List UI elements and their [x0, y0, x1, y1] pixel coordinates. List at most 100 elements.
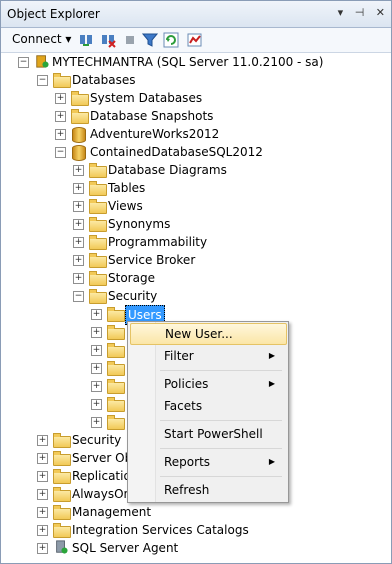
tree-label: SQL Server Agent: [72, 541, 179, 555]
context-menu: New User... Filter ▶ Policies ▶ Facets S…: [127, 321, 289, 503]
menu-item-filter[interactable]: Filter ▶: [130, 345, 285, 367]
menu-separator: [160, 476, 282, 477]
tree-label: Security: [72, 433, 122, 447]
folder-icon: [89, 181, 107, 196]
folder-icon: [89, 289, 107, 304]
collapse-icon[interactable]: −: [18, 57, 29, 68]
folder-icon: [53, 523, 71, 538]
tree-label: Integration Services Catalogs: [72, 523, 249, 537]
folder-icon: [89, 217, 107, 232]
tree-label: ContainedDatabaseSQL2012: [90, 145, 263, 159]
menu-item-label: Filter: [164, 349, 194, 363]
agent-icon: [56, 540, 68, 554]
tree-node-server[interactable]: − MYTECHMANTRA (SQL Server 11.0.2100 - s…: [1, 53, 391, 71]
folder-icon: [53, 433, 71, 448]
menu-item-facets[interactable]: Facets: [130, 395, 285, 417]
folder-icon: [107, 361, 125, 376]
folder-icon: [71, 109, 89, 124]
expand-icon[interactable]: +: [73, 183, 84, 194]
window-position-icon[interactable]: ▾: [338, 6, 344, 19]
folder-icon: [107, 325, 125, 340]
menu-item-label: Reports: [164, 455, 211, 469]
expand-icon[interactable]: +: [73, 201, 84, 212]
auto-hide-pin-icon[interactable]: ⊣: [355, 6, 365, 19]
menu-item-start-powershell[interactable]: Start PowerShell: [130, 423, 285, 445]
menu-item-refresh[interactable]: Refresh: [130, 479, 285, 501]
panel-title: Object Explorer: [7, 7, 100, 21]
folder-icon: [71, 91, 89, 106]
server-icon: [36, 55, 49, 68]
submenu-arrow-icon: ▶: [268, 379, 275, 388]
panel-titlebar: Object Explorer ▾ ⊣ ✕: [1, 1, 391, 28]
tree-label: Database Snapshots: [90, 109, 214, 123]
expand-icon[interactable]: +: [37, 489, 48, 500]
folder-icon: [53, 73, 71, 88]
menu-item-label: New User...: [165, 327, 233, 341]
tree-label: Storage: [108, 271, 155, 285]
menu-item-reports[interactable]: Reports ▶: [130, 451, 285, 473]
expand-icon[interactable]: +: [91, 381, 102, 392]
folder-icon: [89, 253, 107, 268]
expand-icon[interactable]: +: [73, 165, 84, 176]
expand-icon[interactable]: +: [91, 399, 102, 410]
submenu-arrow-icon: ▶: [268, 351, 275, 360]
expand-icon[interactable]: +: [37, 453, 48, 464]
folder-icon: [89, 235, 107, 250]
collapse-icon[interactable]: −: [37, 75, 48, 86]
tree-label: Management: [72, 505, 152, 519]
connect-object-explorer-icon[interactable]: [78, 32, 94, 48]
menu-separator: [160, 420, 282, 421]
activity-monitor-icon[interactable]: [187, 32, 203, 48]
submenu-arrow-icon: ▶: [268, 457, 275, 466]
folder-icon: [89, 199, 107, 214]
folder-icon: [89, 163, 107, 178]
folder-icon: [53, 469, 71, 484]
expand-icon[interactable]: +: [37, 507, 48, 518]
collapse-icon[interactable]: −: [73, 291, 84, 302]
folder-icon: [107, 343, 125, 358]
database-icon: [72, 145, 86, 161]
connect-button[interactable]: Connect ▾: [12, 32, 71, 46]
folder-icon: [107, 379, 125, 394]
menu-item-label: Facets: [164, 399, 203, 413]
expand-icon[interactable]: +: [91, 309, 102, 320]
expand-icon[interactable]: +: [73, 255, 84, 266]
expand-icon[interactable]: +: [55, 129, 66, 140]
expand-icon[interactable]: +: [91, 363, 102, 374]
database-icon: [72, 127, 86, 143]
tree-label: Tables: [108, 181, 146, 195]
collapse-icon[interactable]: −: [55, 147, 66, 158]
tree-label: MYTECHMANTRA (SQL Server 11.0.2100 - sa): [52, 55, 324, 69]
expand-icon[interactable]: +: [37, 435, 48, 446]
expand-icon[interactable]: +: [73, 237, 84, 248]
menu-item-label: Policies: [164, 377, 209, 391]
expand-icon[interactable]: +: [37, 525, 48, 536]
expand-icon[interactable]: +: [91, 417, 102, 428]
close-icon[interactable]: ✕: [376, 6, 385, 19]
filter-icon[interactable]: [142, 32, 158, 48]
folder-icon: [107, 415, 125, 430]
expand-icon[interactable]: +: [73, 273, 84, 284]
stop-icon[interactable]: [122, 32, 138, 48]
menu-item-new-user[interactable]: New User...: [130, 323, 287, 345]
folder-icon: [89, 271, 107, 286]
panel-toolbar: Connect ▾: [1, 28, 391, 53]
expand-icon[interactable]: +: [73, 219, 84, 230]
expand-icon[interactable]: +: [37, 543, 48, 554]
object-explorer-panel: Object Explorer ▾ ⊣ ✕ Connect ▾ − MYTECH…: [0, 0, 392, 564]
menu-item-policies[interactable]: Policies ▶: [130, 373, 285, 395]
folder-icon: [53, 487, 71, 502]
tree-label: AdventureWorks2012: [90, 127, 220, 141]
expand-icon[interactable]: +: [91, 327, 102, 338]
disconnect-icon[interactable]: [100, 32, 116, 48]
folder-icon: [53, 505, 71, 520]
expand-icon[interactable]: +: [37, 471, 48, 482]
refresh-icon[interactable]: [163, 32, 179, 48]
expand-icon[interactable]: +: [91, 345, 102, 356]
tree-label: Service Broker: [108, 253, 196, 267]
tree-label: Database Diagrams: [108, 163, 227, 177]
tree-label: Security: [108, 289, 158, 303]
expand-icon[interactable]: +: [55, 111, 66, 122]
folder-icon: [107, 307, 125, 322]
expand-icon[interactable]: +: [55, 93, 66, 104]
